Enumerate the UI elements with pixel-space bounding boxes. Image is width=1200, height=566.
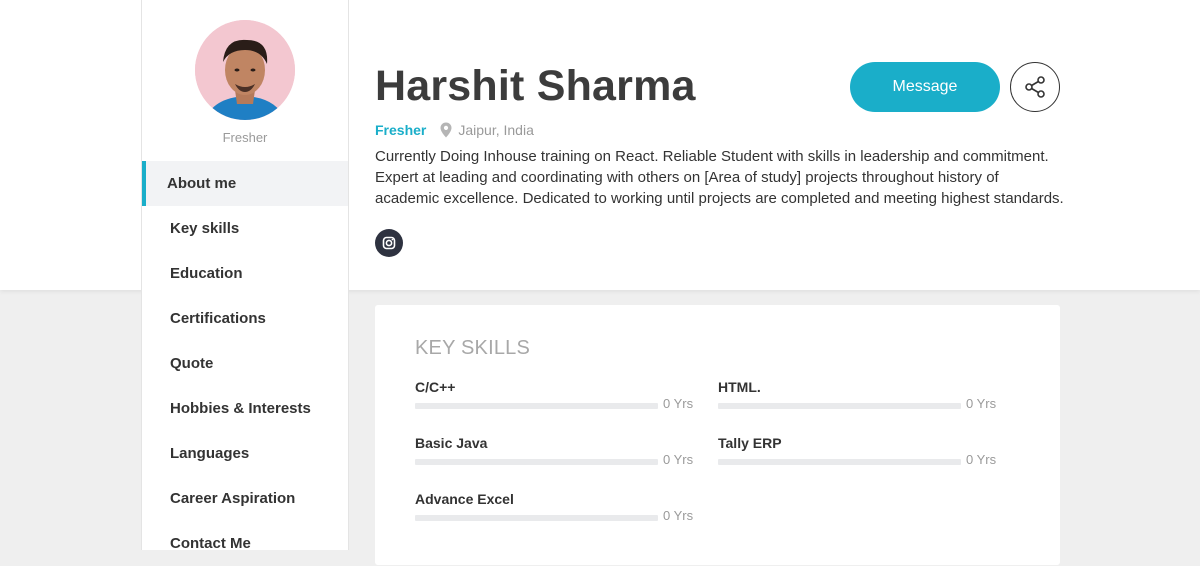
skill-progress-bar (718, 403, 961, 409)
skill-name: Basic Java (415, 435, 488, 451)
profile-location: Jaipur, India (458, 122, 534, 138)
skill-years: 0 Yrs (663, 396, 694, 411)
key-skills-card: KEY SKILLS C/C++ 0 Yrs HTML. 0 Yrs Basic… (375, 305, 1060, 565)
skill-years: 0 Yrs (663, 508, 694, 523)
profile-bio: Currently Doing Inhouse training on Reac… (375, 148, 1064, 207)
skill-item: C/C++ 0 Yrs (415, 379, 695, 419)
skill-progress-bar (415, 515, 658, 521)
sidebar-item-education[interactable]: Education (142, 251, 348, 296)
skill-name: HTML. (718, 379, 761, 395)
skill-years: 0 Yrs (663, 452, 694, 467)
skill-item: Basic Java 0 Yrs (415, 435, 695, 475)
sidebar-item-key-skills[interactable]: Key skills (142, 206, 348, 251)
sidebar: Fresher About me Key skills Education Ce… (141, 0, 349, 552)
profile-meta: Fresher Jaipur, India (375, 120, 534, 140)
sidebar-item-contact-me[interactable]: Contact Me (142, 521, 348, 566)
sidebar-item-career-aspiration[interactable]: Career Aspiration (142, 476, 348, 521)
skill-item: Tally ERP 0 Yrs (718, 435, 998, 475)
sidebar-item-languages[interactable]: Languages (142, 431, 348, 476)
skill-years: 0 Yrs (966, 396, 997, 411)
sidebar-item-certifications[interactable]: Certifications (142, 296, 348, 341)
profile-role: Fresher (375, 122, 427, 138)
share-icon (1023, 75, 1047, 99)
sidebar-item-hobbies-interests[interactable]: Hobbies & Interests (142, 386, 348, 431)
profile-name: Harshit Sharma (375, 62, 696, 110)
skill-progress-bar (718, 459, 961, 465)
instagram-icon[interactable] (375, 229, 403, 257)
sidebar-item-about-me[interactable]: About me (142, 161, 348, 206)
skill-progress-bar (415, 403, 658, 409)
avatar (195, 20, 295, 120)
skill-name: Advance Excel (415, 491, 514, 507)
skill-item: Advance Excel 0 Yrs (415, 491, 695, 531)
avatar-status-text: Fresher (222, 130, 268, 145)
sidebar-item-quote[interactable]: Quote (142, 341, 348, 386)
skill-years: 0 Yrs (966, 452, 997, 467)
location-pin-icon (440, 122, 452, 138)
sidebar-nav: About me Key skills Education Certificat… (142, 161, 348, 566)
skill-name: C/C++ (415, 379, 456, 395)
skill-progress-bar (415, 459, 658, 465)
key-skills-title: KEY SKILLS (415, 337, 531, 359)
share-button[interactable] (1010, 62, 1060, 112)
message-button[interactable]: Message (850, 62, 1000, 112)
skill-item: HTML. 0 Yrs (718, 379, 998, 419)
skill-name: Tally ERP (718, 435, 782, 451)
